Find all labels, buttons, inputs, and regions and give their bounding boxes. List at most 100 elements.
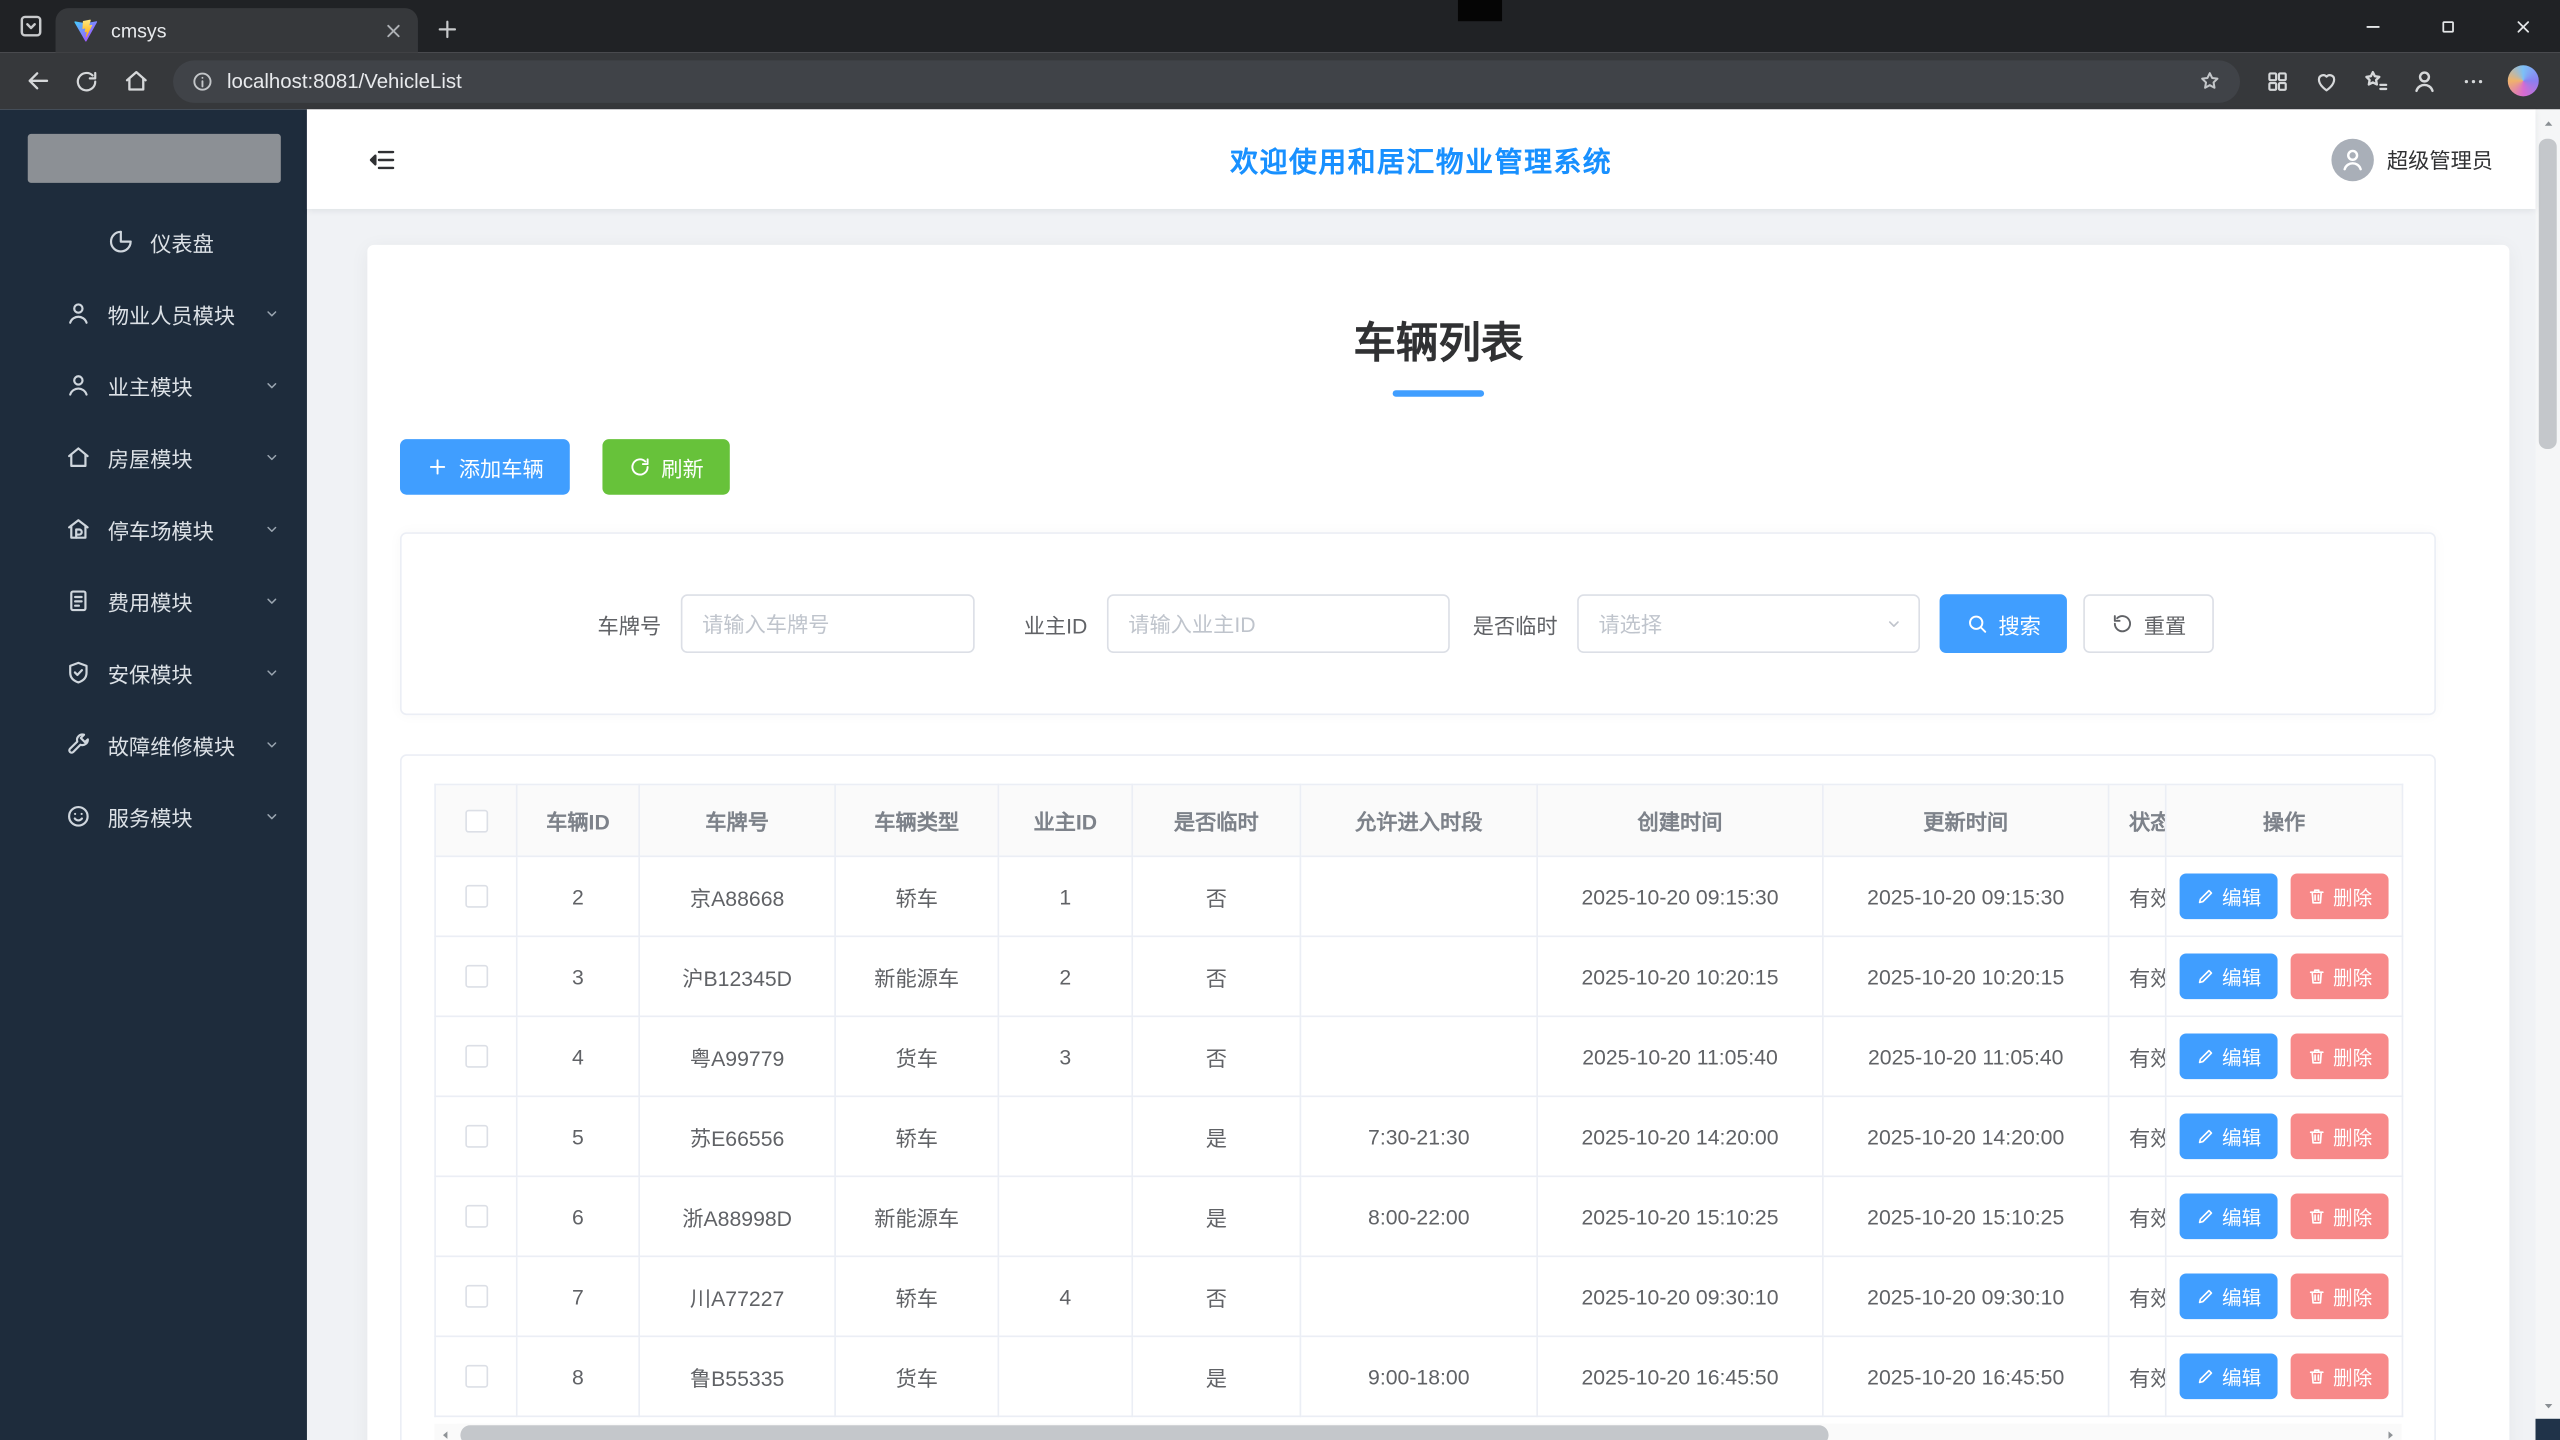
scroll-right-arrow[interactable] xyxy=(2379,1424,2402,1440)
delete-button[interactable]: 删除 xyxy=(2290,1193,2389,1240)
edit-label: 编辑 xyxy=(2222,885,2262,909)
temporary-select-input[interactable] xyxy=(1577,594,1921,654)
edit-button[interactable]: 编辑 xyxy=(2179,1193,2278,1240)
window-maximize-button[interactable] xyxy=(2410,0,2485,52)
delete-button[interactable]: 删除 xyxy=(2290,1353,2389,1400)
sidebar-item[interactable]: 停车场模块 xyxy=(0,493,307,565)
cell-created: 2025-10-20 15:10:25 xyxy=(1536,1175,1824,1258)
browser-essentials-button[interactable] xyxy=(2302,58,2351,104)
reload-button[interactable] xyxy=(62,58,111,104)
bill-icon xyxy=(65,588,91,614)
row-checkbox[interactable] xyxy=(464,1204,488,1228)
horizontal-scrollbar-thumb[interactable] xyxy=(460,1425,1829,1440)
delete-button[interactable]: 删除 xyxy=(2290,1033,2389,1080)
cell-period xyxy=(1299,1015,1538,1098)
delete-button[interactable]: 删除 xyxy=(2290,873,2389,920)
trash-icon xyxy=(2307,1047,2327,1067)
reset-label: 重置 xyxy=(2143,613,2187,638)
delete-label: 删除 xyxy=(2333,1045,2373,1069)
horizontal-scrollbar[interactable] xyxy=(434,1423,2402,1440)
window-minimize-button[interactable] xyxy=(2335,0,2410,52)
cell-temporary: 是 xyxy=(1131,1175,1302,1258)
tab-actions-icon[interactable] xyxy=(16,11,45,40)
row-checkbox[interactable] xyxy=(464,1284,488,1308)
row-checkbox[interactable] xyxy=(464,964,488,988)
plate-input[interactable] xyxy=(680,594,975,654)
refresh-label: 刷新 xyxy=(661,456,704,481)
cell-type: 新能源车 xyxy=(834,935,1000,1018)
scroll-down-arrow[interactable] xyxy=(2536,1394,2560,1417)
table-row: 4 粤A99779 货车 3 否 2025-10-20 11:05:40 2025-10-2… xyxy=(434,1015,2404,1098)
edit-button[interactable]: 编辑 xyxy=(2179,1353,2278,1400)
edit-button[interactable]: 编辑 xyxy=(2179,1113,2278,1160)
select-all-checkbox[interactable] xyxy=(464,808,488,832)
tab-close-icon[interactable] xyxy=(382,19,405,42)
user-menu[interactable]: 超级管理员 xyxy=(2331,137,2493,181)
page-scrollbar-thumb[interactable] xyxy=(2538,138,2557,449)
caret-down-icon xyxy=(2540,1398,2556,1414)
edit-button[interactable]: 编辑 xyxy=(2179,873,2278,920)
add-vehicle-button[interactable]: 添加车辆 xyxy=(399,439,570,495)
bookmark-star-icon[interactable] xyxy=(2198,69,2222,93)
page-scrollbar[interactable] xyxy=(2535,109,2560,1440)
sidebar-item[interactable]: 服务模块 xyxy=(0,780,307,852)
sidebar-item[interactable]: 房屋模块 xyxy=(0,421,307,493)
parking-icon xyxy=(65,516,91,542)
plus-icon xyxy=(426,456,449,479)
cell-select xyxy=(434,1175,518,1258)
table-row: 8 鲁B55335 货车是 9:00-18:00 2025-10-20 16:45:50… xyxy=(434,1335,2404,1418)
browser-tab[interactable]: cmsys xyxy=(55,8,418,53)
pencil-icon xyxy=(2196,1287,2216,1307)
home-button[interactable] xyxy=(111,58,160,104)
site-info-icon[interactable] xyxy=(191,69,214,92)
browser-toolbar: localhost:8081/VehicleList xyxy=(0,52,2560,110)
search-button[interactable]: 搜索 xyxy=(1939,594,2068,654)
sidebar-item[interactable]: 仪表盘 xyxy=(0,206,307,278)
cell-period xyxy=(1299,1255,1538,1338)
browser-menu-button[interactable] xyxy=(2449,58,2498,104)
delete-button[interactable]: 删除 xyxy=(2290,1273,2389,1320)
edit-button[interactable]: 编辑 xyxy=(2179,953,2278,1000)
row-checkbox[interactable] xyxy=(464,884,488,908)
row-checkbox[interactable] xyxy=(464,1124,488,1148)
sidebar: 仪表盘 物业人员模块 业主模块 房屋模块 停车场模块 费用模块 安保模块 故障维修模块 服务模块 xyxy=(0,109,307,1440)
sidebar-item[interactable]: 故障维修模块 xyxy=(0,709,307,781)
window-close-button[interactable] xyxy=(2485,0,2560,52)
cell-owner-id xyxy=(997,1175,1134,1258)
sidebar-item[interactable]: 物业人员模块 xyxy=(0,278,307,350)
cell-plate: 川A77227 xyxy=(638,1255,836,1338)
copilot-button[interactable] xyxy=(2498,58,2547,104)
delete-button[interactable]: 删除 xyxy=(2290,953,2389,1000)
edit-button[interactable]: 编辑 xyxy=(2179,1033,2278,1080)
edit-button[interactable]: 编辑 xyxy=(2179,1273,2278,1320)
sidebar-item[interactable]: 费用模块 xyxy=(0,565,307,637)
cell-temporary: 否 xyxy=(1131,935,1302,1018)
delete-button[interactable]: 删除 xyxy=(2290,1113,2389,1160)
profile-button[interactable] xyxy=(2400,58,2449,104)
horizontal-scrollbar-track[interactable] xyxy=(457,1423,2379,1440)
address-bar[interactable]: localhost:8081/VehicleList xyxy=(173,59,2240,103)
reset-button[interactable]: 重置 xyxy=(2083,594,2215,654)
back-button[interactable] xyxy=(13,58,62,104)
edit-label: 编辑 xyxy=(2222,1285,2262,1309)
cell-updated: 2025-10-20 14:20:00 xyxy=(1822,1095,2110,1178)
new-tab-button[interactable] xyxy=(434,16,460,42)
caret-left-icon xyxy=(438,1427,454,1440)
temporary-select[interactable] xyxy=(1577,594,1921,654)
extensions-button[interactable] xyxy=(2253,58,2302,104)
row-checkbox[interactable] xyxy=(464,1364,488,1388)
scroll-left-arrow[interactable] xyxy=(434,1424,457,1440)
close-icon xyxy=(2512,16,2533,37)
sidebar-item[interactable]: 业主模块 xyxy=(0,349,307,421)
sidebar-item[interactable]: 安保模块 xyxy=(0,637,307,709)
favorites-button[interactable] xyxy=(2351,58,2400,104)
row-checkbox[interactable] xyxy=(464,1044,488,1068)
delete-label: 删除 xyxy=(2333,965,2373,989)
refresh-list-button[interactable]: 刷新 xyxy=(602,439,730,495)
scroll-up-arrow[interactable] xyxy=(2536,113,2560,136)
trash-icon xyxy=(2307,967,2327,987)
app-viewport: 仪表盘 物业人员模块 业主模块 房屋模块 停车场模块 费用模块 安保模块 故障维修模块 服务模块… xyxy=(0,109,2560,1440)
cell-actions: 编辑 删除 xyxy=(2164,1255,2404,1338)
owner-id-input[interactable] xyxy=(1106,594,1450,654)
cell-owner-id: 4 xyxy=(997,1255,1134,1338)
